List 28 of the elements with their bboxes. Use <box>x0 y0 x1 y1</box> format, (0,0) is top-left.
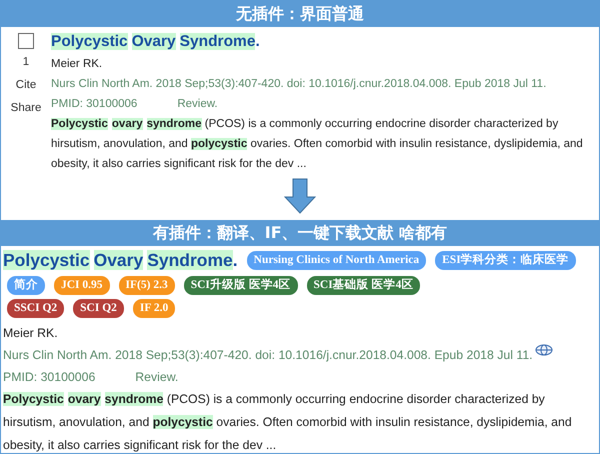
abstract-line: hirsutism, anovulation, and polycystic ovaries. Often comorbid with insulin resistance, dyslipidemia, and <box>3 414 573 431</box>
action-link[interactable]: Share <box>10 98 42 118</box>
abstract-line: Polycystic ovary syndrome (PCOS) is a commonly occurring endocrine disorder characterized by <box>3 391 546 408</box>
journal-tag[interactable]: Nursing Clinics of North America <box>246 250 426 270</box>
article-title[interactable]: Polycystic Ovary Syndrome. <box>3 248 238 272</box>
pmid: PMID: 30100006 <box>51 97 138 112</box>
journal-tag[interactable]: SCI基础版 医学4区 <box>306 276 420 295</box>
citation: Nurs Clin North Am. 2018 Sep;53(3):407-420. doi: 10.1016/j.cnur.2018.04.008. Epub 2018 Jul 11. <box>3 347 533 364</box>
action-link[interactable]: Cite <box>16 75 36 95</box>
result-number: 1 <box>22 55 30 70</box>
article-title[interactable]: Polycystic Ovary Syndrome. <box>51 30 583 54</box>
section-header: 无插件：界面普通 <box>1 1 599 27</box>
abstract-line: obesity, it also carries significant risk for the dev ... <box>51 157 308 172</box>
publication-type: Review. <box>135 369 178 386</box>
publication-type: Review. <box>177 97 218 112</box>
journal-tag[interactable]: SCI升级版 医学4区 <box>184 276 298 295</box>
authors: Meier RK. <box>51 57 104 72</box>
journal-tag[interactable]: SCI Q2 <box>73 299 124 318</box>
pmid: PMID: 30100006 <box>3 369 96 386</box>
journal-tag[interactable]: 简介 <box>7 276 45 295</box>
authors: Meier RK. <box>3 325 59 342</box>
citation: Nurs Clin North Am. 2018 Sep;53(3):407-420. doi: 10.1016/j.cnur.2018.04.008. Epub 2018 Jul 11. <box>51 77 548 92</box>
abstract-line: Polycystic ovary syndrome (PCOS) is a commonly occurring endocrine disorder characterized by <box>51 117 560 132</box>
journal-tag[interactable]: SSCI Q2 <box>7 299 64 318</box>
journal-tag[interactable]: ESI学科分类：临床医学 <box>435 250 576 270</box>
abstract-line: obesity, it also carries significant risk for the dev ... <box>3 437 278 453</box>
abstract-line: hirsutism, anovulation, and polycystic ovaries. Often comorbid with insulin resistance, dyslipidemia, and <box>51 137 583 152</box>
section-header: 有插件：翻译、IF、一键下载文献 啥都有 <box>1 220 599 246</box>
